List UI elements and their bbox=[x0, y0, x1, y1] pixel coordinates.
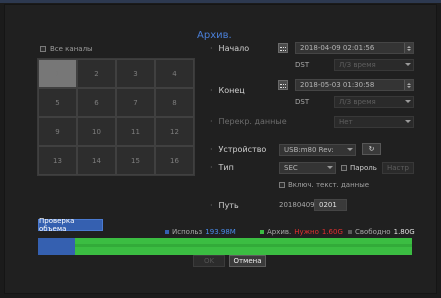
chevron-down-icon bbox=[327, 166, 333, 169]
device-label: · Устройство bbox=[210, 145, 267, 154]
channel-cell[interactable]: 9 bbox=[38, 117, 77, 146]
path-prefix: 20180409 bbox=[279, 201, 315, 209]
channel-cell[interactable]: 3 bbox=[116, 59, 155, 88]
capacity-bar bbox=[38, 238, 412, 255]
legend-archive: Архив. Нужно 1.60G bbox=[260, 228, 343, 236]
free-value: 1.80G bbox=[393, 228, 415, 236]
capacity-bar-midline bbox=[38, 244, 412, 247]
bullet-icon: · bbox=[210, 145, 213, 154]
checkbox-icon[interactable] bbox=[341, 165, 347, 171]
end-label: · Конец bbox=[210, 86, 245, 95]
bullet-icon: · bbox=[210, 44, 213, 53]
spinner-icon[interactable] bbox=[404, 80, 413, 90]
archive-swatch bbox=[260, 230, 264, 234]
channel-cell[interactable]: 15 bbox=[116, 146, 155, 175]
used-value: 193.98M bbox=[205, 228, 236, 236]
all-channels-checkbox[interactable]: Все каналы bbox=[40, 45, 93, 53]
end-dst-label: DST bbox=[295, 98, 310, 106]
archive-needed-label: Нужно bbox=[294, 228, 319, 236]
top-accent-line bbox=[0, 0, 441, 3]
overlap-select[interactable]: Нет bbox=[334, 116, 414, 128]
channel-grid: 1 2 3 4 5 6 7 8 9 10 11 12 13 14 15 16 bbox=[37, 58, 195, 176]
refresh-icon: ↻ bbox=[368, 145, 375, 153]
path-label: · Путь bbox=[210, 201, 239, 210]
channel-cell[interactable]: 11 bbox=[116, 117, 155, 146]
channel-cell[interactable]: 7 bbox=[116, 88, 155, 117]
start-label: · Начало bbox=[210, 44, 250, 53]
channel-cell[interactable]: 14 bbox=[77, 146, 116, 175]
chevron-down-icon bbox=[405, 120, 411, 123]
refresh-button[interactable]: ↻ bbox=[362, 143, 381, 155]
type-select[interactable]: SEC bbox=[279, 162, 336, 174]
end-datetime-field[interactable]: 2018-05-03 01:30:58 bbox=[295, 79, 414, 91]
channel-cell[interactable]: 10 bbox=[77, 117, 116, 146]
channel-cell[interactable]: 5 bbox=[38, 88, 77, 117]
capacity-used-fill bbox=[38, 238, 76, 255]
include-text-checkbox[interactable]: Включ. текст. данные bbox=[279, 181, 369, 189]
chevron-down-icon bbox=[347, 148, 353, 151]
channel-cell[interactable]: 8 bbox=[155, 88, 194, 117]
chevron-down-icon bbox=[405, 100, 411, 103]
free-swatch bbox=[348, 230, 352, 234]
end-calendar-icon[interactable] bbox=[278, 80, 288, 90]
password-setup-button[interactable]: Настр bbox=[382, 162, 414, 174]
checkbox-icon[interactable] bbox=[279, 182, 285, 188]
checkbox-icon[interactable] bbox=[40, 46, 46, 52]
bullet-icon: · bbox=[210, 117, 213, 126]
channel-cell[interactable]: 13 bbox=[38, 146, 77, 175]
start-dst-label: DST bbox=[295, 61, 310, 69]
bullet-icon: · bbox=[210, 201, 213, 210]
channel-cell[interactable]: 2 bbox=[77, 59, 116, 88]
cancel-button[interactable]: Отмена bbox=[229, 255, 266, 267]
end-dst-select[interactable]: Л/З время bbox=[334, 96, 414, 108]
chevron-down-icon bbox=[405, 63, 411, 66]
bullet-icon: · bbox=[210, 86, 213, 95]
page-title: Архив. bbox=[197, 30, 232, 41]
bullet-icon: · bbox=[210, 163, 213, 172]
type-label: · Тип bbox=[210, 163, 234, 172]
ok-button[interactable]: OK bbox=[193, 255, 225, 267]
archive-size: 1.60G bbox=[321, 228, 343, 236]
channel-cell[interactable]: 4 bbox=[155, 59, 194, 88]
channel-cell[interactable]: 12 bbox=[155, 117, 194, 146]
check-capacity-button[interactable]: Проверка объема bbox=[38, 217, 103, 233]
channel-cell[interactable]: 16 bbox=[155, 146, 194, 175]
password-checkbox[interactable]: Пароль bbox=[341, 164, 377, 172]
path-input[interactable]: 0201 bbox=[314, 199, 347, 211]
spinner-icon[interactable] bbox=[404, 43, 413, 53]
device-select[interactable]: USB:m80 Rev: bbox=[279, 144, 356, 156]
all-channels-label: Все каналы bbox=[50, 45, 93, 53]
overlap-label: · Перекр. данные bbox=[210, 117, 287, 126]
channel-cell[interactable]: 1 bbox=[38, 59, 77, 88]
start-datetime-field[interactable]: 2018-04-09 02:01:56 bbox=[295, 42, 414, 54]
start-calendar-icon[interactable] bbox=[278, 43, 288, 53]
legend-free: Свободно 1.80G bbox=[348, 228, 415, 236]
used-swatch bbox=[165, 230, 169, 234]
channel-cell[interactable]: 6 bbox=[77, 88, 116, 117]
legend-used: Использ 193.98M bbox=[165, 228, 236, 236]
start-dst-select[interactable]: Л/З время bbox=[334, 59, 414, 71]
